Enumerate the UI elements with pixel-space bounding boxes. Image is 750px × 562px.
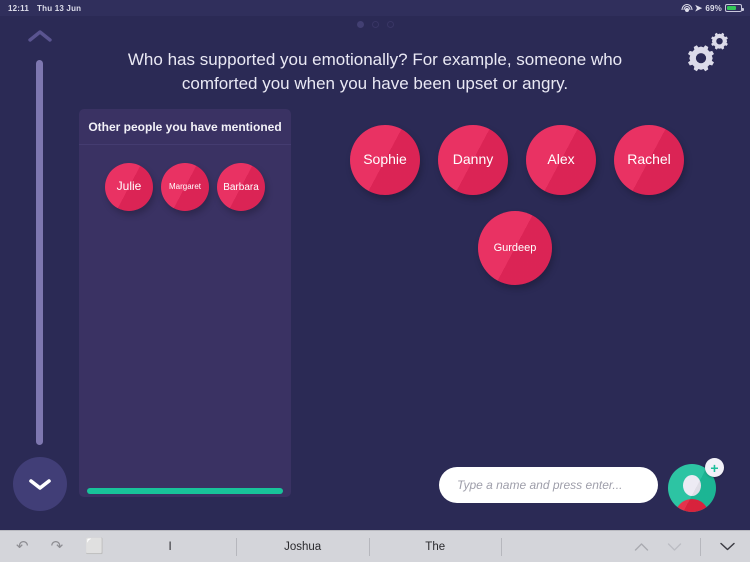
- toolbar-divider: [700, 537, 701, 556]
- person-name: Sophie: [363, 151, 407, 168]
- status-bar-left: 12:11 Thu 13 Jun: [0, 4, 81, 13]
- predictive-suggestions: I Joshua The: [104, 531, 634, 562]
- people-canvas: Sophie Danny Alex Rachel Gurdeep: [310, 100, 740, 470]
- person-bubble[interactable]: Danny: [438, 125, 508, 195]
- location-arrow-icon: ➤: [694, 2, 703, 13]
- person-bubble[interactable]: Alex: [526, 125, 596, 195]
- battery-percent: 69%: [705, 3, 722, 13]
- page-dot-2[interactable]: [371, 21, 379, 28]
- status-time: 12:11: [8, 3, 30, 13]
- mentioned-people-panel: Other people you have mentioned Julie Ma…: [79, 109, 291, 497]
- scroll-down-button[interactable]: [13, 457, 67, 511]
- question-text: Who has supported you emotionally? For e…: [127, 50, 623, 93]
- person-name: Julie: [116, 179, 142, 194]
- person-name: Alex: [547, 151, 575, 168]
- status-date: Thu 13 Jun: [37, 3, 82, 13]
- keyboard-toolbar: ↶ ↷ ⬜ I Joshua The: [0, 530, 750, 562]
- keyboard-nav-actions: [634, 537, 750, 556]
- gears-icon: [688, 32, 728, 72]
- page-dot-3[interactable]: [386, 21, 394, 28]
- person-name: Gurdeep: [493, 241, 537, 254]
- chevron-down-icon[interactable]: [667, 542, 682, 552]
- wifi-icon: [681, 3, 693, 12]
- person-name: Margaret: [168, 181, 201, 191]
- suggestion-item[interactable]: Joshua: [236, 537, 369, 557]
- page-indicator: [0, 21, 750, 28]
- scroll-up-button[interactable]: [27, 28, 53, 44]
- app-root: 12:11 Thu 13 Jun ➤ 69% Who has supported…: [0, 0, 750, 562]
- settings-button[interactable]: [680, 30, 732, 76]
- mentioned-person-bubble[interactable]: Barbara: [217, 163, 265, 211]
- undo-icon[interactable]: ↶: [16, 539, 29, 554]
- person-bubble[interactable]: Sophie: [350, 125, 420, 195]
- suggestion-item[interactable]: I: [104, 537, 237, 557]
- person-name: Rachel: [627, 151, 671, 168]
- status-bar-right: ➤ 69%: [681, 2, 744, 13]
- status-bar: 12:11 Thu 13 Jun ➤ 69%: [0, 0, 750, 16]
- person-bubble[interactable]: Rachel: [614, 125, 684, 195]
- keyboard-edit-actions: ↶ ↷ ⬜: [0, 539, 104, 554]
- redo-icon[interactable]: ↷: [51, 539, 64, 554]
- add-person-button[interactable]: +: [668, 458, 724, 512]
- person-bubble[interactable]: Gurdeep: [478, 211, 552, 285]
- suggestion-item[interactable]: The: [368, 537, 502, 557]
- plus-icon[interactable]: +: [705, 458, 724, 477]
- mentioned-people-list: Julie Margaret Barbara: [79, 145, 291, 211]
- vertical-scrollbar[interactable]: [36, 60, 43, 445]
- chevron-up-icon[interactable]: [634, 542, 649, 552]
- panel-progress-bar: [87, 488, 283, 494]
- panel-title: Other people you have mentioned: [79, 109, 291, 145]
- paste-icon[interactable]: ⬜: [85, 539, 104, 554]
- mentioned-person-bubble[interactable]: Julie: [105, 163, 153, 211]
- suggestion-item-empty: [501, 537, 634, 557]
- person-name: Danny: [452, 151, 494, 168]
- name-input[interactable]: [439, 467, 658, 503]
- page-dot-1[interactable]: [356, 21, 364, 28]
- dismiss-keyboard-icon[interactable]: [719, 541, 736, 552]
- battery-icon: [725, 4, 744, 12]
- mentioned-person-bubble[interactable]: Margaret: [161, 163, 209, 211]
- chevron-down-icon: [29, 479, 51, 490]
- person-name: Barbara: [223, 181, 259, 193]
- chevron-up-icon: [28, 30, 52, 42]
